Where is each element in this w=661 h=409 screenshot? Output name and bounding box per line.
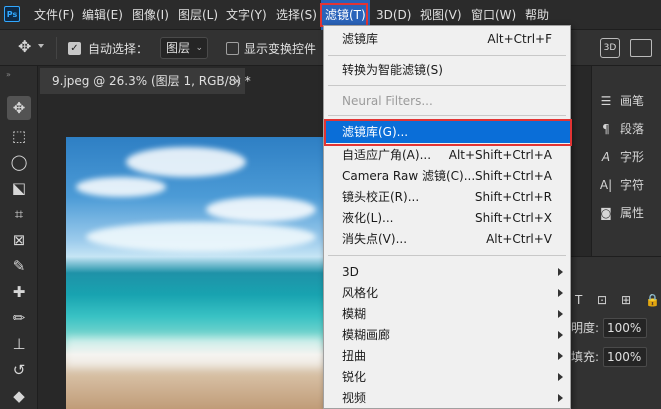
character-icon: A| [599, 178, 613, 192]
menu-item-video[interactable]: 视频 [342, 387, 366, 409]
lasso-icon[interactable]: ◯ [7, 150, 31, 174]
beach-photo [66, 137, 323, 409]
menu-item-neural-filters: Neural Filters... [342, 94, 433, 108]
shortcut-adaptive-wide-angle: Alt+Shift+Ctrl+A [448, 148, 552, 162]
move-icon[interactable]: ✥ [7, 96, 31, 120]
submenu-arrow-icon [558, 394, 563, 402]
tool-preset-chevron-icon[interactable] [38, 44, 44, 48]
properties-icon: ◙ [600, 206, 612, 220]
auto-select-label: 自动选择： [88, 42, 149, 56]
history-brush-icon[interactable]: ↺ [7, 358, 31, 382]
photoshop-logo[interactable]: Ps [4, 6, 20, 22]
submenu-arrow-icon [558, 331, 563, 339]
menu-item-stylize[interactable]: 风格化 [342, 282, 378, 304]
menu-item-adaptive-wide-angle[interactable]: 自适应广角(A)... [342, 144, 431, 166]
auto-select-checkbox[interactable]: ✓ [68, 42, 81, 55]
menu-image[interactable]: 图像(I) [132, 0, 169, 30]
3d-mode-icon[interactable]: 3D [600, 38, 620, 58]
panel-brush-settings[interactable]: ☰ 画笔 [598, 86, 644, 116]
move-tool-icon[interactable]: ✥ [18, 37, 31, 56]
menu-select[interactable]: 选择(S) [276, 0, 317, 30]
transform-icon[interactable]: ⊡ [597, 293, 607, 307]
tools-panel: » ✥ ⬚ ◯ ⬕ ⌗ ⊠ ✎ ✚ ✏ ⊥ ↺ ◆ [0, 66, 38, 409]
submenu-arrow-icon [558, 373, 563, 381]
healing-brush-icon[interactable]: ✚ [7, 280, 31, 304]
collapsed-panels: ☰ 画笔 ¶ 段落 A 字形 A| 字符 ◙ 属性 [591, 66, 661, 256]
menu-item-blur-gallery[interactable]: 模糊画廊 [342, 324, 390, 346]
menu-divider [328, 115, 566, 116]
crop-icon[interactable]: ⌗ [7, 202, 31, 226]
menu-edit[interactable]: 编辑(E) [82, 0, 123, 30]
frame-icon[interactable]: ⊠ [7, 228, 31, 252]
menu-file[interactable]: 文件(F) [34, 0, 74, 30]
auto-select-target-dropdown[interactable]: 图层 ⌄ [160, 37, 208, 59]
menu-divider [328, 255, 566, 256]
lock-icon[interactable]: 🔒 [645, 293, 660, 307]
brush-settings-icon: ☰ [600, 94, 612, 108]
eraser-icon[interactable]: ◆ [7, 384, 31, 408]
submenu-arrow-icon [558, 268, 563, 276]
submenu-arrow-icon [558, 352, 563, 360]
paragraph-icon: ¶ [602, 122, 610, 136]
submenu-arrow-icon [558, 289, 563, 297]
menu-item-liquify[interactable]: 液化(L)... [342, 207, 394, 229]
menu-filter-highlight-box [320, 3, 368, 27]
menu-item-vanishing-point[interactable]: 消失点(V)... [342, 228, 407, 250]
menu-item-camera-raw[interactable]: Camera Raw 滤镜(C)... [342, 165, 475, 187]
menu-divider [328, 85, 566, 86]
menu-type[interactable]: 文字(Y) [226, 0, 267, 30]
brush-icon[interactable]: ✏ [7, 306, 31, 330]
menu-item-red-highlight-box [324, 119, 572, 146]
glyph-icon: A [601, 150, 611, 164]
eyedropper-icon[interactable]: ✎ [7, 254, 31, 278]
close-icon[interactable]: × [232, 68, 242, 94]
opacity-label: 明度: [571, 321, 600, 335]
opacity-field[interactable]: 100% [603, 318, 647, 338]
smart-object-icon[interactable]: ⊞ [621, 293, 631, 307]
workspace-icon[interactable] [630, 39, 652, 57]
menu-layer[interactable]: 图层(L) [178, 0, 218, 30]
menu-item-filter-gallery-last[interactable]: 滤镜库 [342, 28, 378, 50]
shortcut-vanishing-point: Alt+Ctrl+V [486, 232, 552, 246]
menu-item-sharpen[interactable]: 锐化 [342, 366, 366, 388]
filter-menu: 滤镜库 Alt+Ctrl+F 转换为智能滤镜(S) Neural Filters… [323, 25, 572, 409]
fill-label: 填充: [571, 350, 600, 364]
panel-paragraph[interactable]: ¶ 段落 [598, 114, 644, 144]
text-layer-filter-icon[interactable]: T [575, 293, 582, 307]
shortcut-camera-raw: Shift+Ctrl+A [475, 169, 552, 183]
marquee-icon[interactable]: ⬚ [7, 124, 31, 148]
chevron-down-icon: ⌄ [195, 43, 203, 53]
clone-stamp-icon[interactable]: ⊥ [7, 332, 31, 356]
document-tab[interactable]: 9.jpeg @ 26.3% (图层 1, RGB/8) * [40, 68, 251, 94]
menu-divider [328, 55, 566, 56]
shortcut-lens-correction: Shift+Ctrl+R [474, 190, 552, 204]
shortcut-filter-gallery-last: Alt+Ctrl+F [487, 32, 552, 46]
panel-character[interactable]: A| 字符 [598, 170, 644, 200]
show-transform-checkbox[interactable] [226, 42, 239, 55]
menu-item-convert-smart-filters[interactable]: 转换为智能滤镜(S) [342, 59, 443, 81]
panel-properties[interactable]: ◙ 属性 [598, 198, 644, 228]
show-transform-label: 显示变换控件 [244, 42, 317, 56]
panel-glyphs[interactable]: A 字形 [598, 142, 644, 172]
options-separator [56, 37, 57, 59]
menu-item-blur[interactable]: 模糊 [342, 303, 366, 325]
shortcut-liquify: Shift+Ctrl+X [475, 211, 552, 225]
menu-item-distort[interactable]: 扭曲 [342, 345, 366, 367]
object-select-icon[interactable]: ⬕ [7, 176, 31, 200]
auto-select-target-value: 图层 [166, 41, 191, 55]
menu-item-lens-correction[interactable]: 镜头校正(R)... [342, 186, 419, 208]
submenu-arrow-icon [558, 310, 563, 318]
panel-collapse-icon[interactable]: » [6, 70, 11, 79]
menu-item-3d[interactable]: 3D [342, 261, 359, 283]
fill-field[interactable]: 100% [603, 347, 647, 367]
